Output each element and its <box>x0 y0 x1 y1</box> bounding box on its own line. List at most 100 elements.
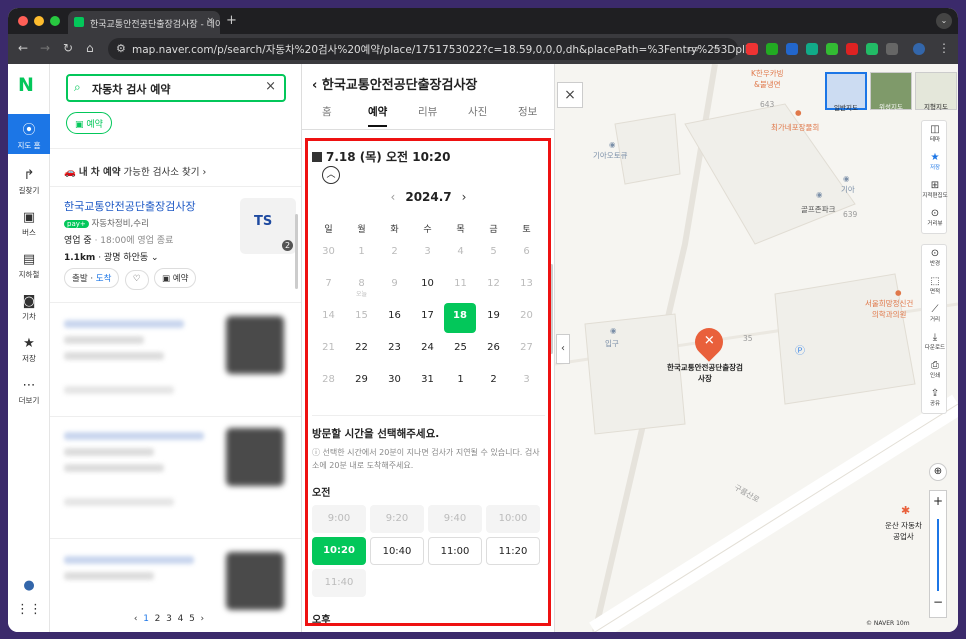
tool-saved[interactable]: ★ 저장 <box>922 149 948 177</box>
map-label[interactable]: 서울희망정신건 의학과의원 <box>865 298 913 320</box>
tab-photo[interactable]: 사진 <box>468 104 487 119</box>
extension-icon[interactable] <box>826 43 838 55</box>
map-canvas[interactable]: K한우카빙 &불냉면 643 ● 최가네포장물회 ◉ 기아오토큐 ◉ 기아 ◉ … <box>555 64 958 632</box>
zoom-out-button[interactable]: − <box>930 595 946 609</box>
maximize-window-button[interactable] <box>50 16 60 26</box>
zoom-slider[interactable] <box>937 519 939 591</box>
search-results-panel: ⌕ 자동차 검사 예약 × ▣ 예약 🚗 내 차 예약 가능한 검사소 찾기 ›… <box>50 64 302 632</box>
tool-download[interactable]: ⤓ 다운로드 <box>922 329 948 357</box>
grid-icon: ⊞ <box>930 180 940 191</box>
extension-icon[interactable] <box>846 43 858 55</box>
tab-list-icon[interactable]: ⌄ <box>936 13 952 29</box>
rail-item-bus[interactable]: ▣ 버스 <box>8 210 50 238</box>
reload-icon[interactable]: ↻ <box>63 41 73 55</box>
list-scrollbar[interactable] <box>295 214 298 289</box>
tool-share[interactable]: ⇪ 공유 <box>922 385 948 413</box>
ts-logo: TS <box>254 214 273 229</box>
profile-avatar[interactable] <box>913 43 925 55</box>
address-bar[interactable]: ⚙ map.naver.com/p/search/자동차%20검사%20예약/p… <box>108 38 748 60</box>
rail-item-more[interactable]: ⋯ 더보기 <box>8 378 50 406</box>
user-avatar[interactable]: ● <box>8 578 50 595</box>
repair-shop-pin-icon[interactable]: ✱ <box>901 504 910 517</box>
map-marker-icon[interactable]: ◉ <box>609 140 616 149</box>
map-label[interactable]: 골프존파크 <box>801 204 836 215</box>
extension-icon[interactable] <box>866 43 878 55</box>
zoom-in-button[interactable]: + <box>930 494 946 508</box>
map-marker-icon[interactable]: ● <box>895 288 902 297</box>
page-link[interactable]: 1 <box>143 614 149 624</box>
home-icon[interactable]: ⌂ <box>86 41 94 55</box>
close-window-button[interactable] <box>18 16 28 26</box>
rail-item-directions[interactable]: ↱ 길찾기 <box>8 168 50 196</box>
back-arrow-icon[interactable]: ‹ <box>312 78 322 93</box>
page-link[interactable]: 5 <box>189 614 195 624</box>
page-link[interactable]: 4 <box>178 614 184 624</box>
extension-icon[interactable] <box>786 43 798 55</box>
tool-theme[interactable]: ◫ 테마 <box>922 121 948 149</box>
parking-icon[interactable]: Ⓟ <box>795 342 805 357</box>
close-tab-icon[interactable]: × <box>206 16 214 26</box>
menu-kebab-icon[interactable]: ⋮ <box>938 41 950 55</box>
tab-reserve[interactable]: 예약 <box>368 104 388 127</box>
rail-item-subway[interactable]: ▤ 지하철 <box>8 252 50 280</box>
depart-arrive-button[interactable]: 출발 · 도착 <box>64 268 120 288</box>
extensions-puzzle-icon[interactable] <box>886 43 898 55</box>
browser-tab[interactable]: 한국교통안전공단출장검사장 - 네이 × <box>68 11 220 34</box>
extension-icon[interactable] <box>766 43 778 55</box>
clear-search-icon[interactable]: × <box>265 79 276 94</box>
mycar-reserve-link[interactable]: 🚗 내 차 예약 가능한 검사소 찾기 › <box>64 164 206 178</box>
search-input[interactable]: ⌕ 자동차 검사 예약 × <box>66 74 286 102</box>
map-marker-icon[interactable]: ● <box>795 108 802 117</box>
tab-review[interactable]: 리뷰 <box>418 104 437 119</box>
selected-place-label[interactable]: 한국교통안전공단출장검 사장 <box>667 362 743 384</box>
filter-chip-reserve[interactable]: ▣ 예약 <box>66 112 112 134</box>
tool-print[interactable]: ⎙ 인쇄 <box>922 357 948 385</box>
map-label[interactable]: 최가네포장물회 <box>771 122 819 133</box>
tool-cadastral[interactable]: ⊞ 지적편집도 <box>922 177 948 205</box>
map-label[interactable]: 입구 <box>605 338 619 349</box>
page-link[interactable]: 2 <box>155 614 161 624</box>
tab-home[interactable]: 홈 <box>322 104 332 119</box>
map-label[interactable]: K한우카빙 &불냉면 <box>751 68 784 90</box>
save-place-button[interactable]: ♡ <box>124 270 149 290</box>
page-link[interactable]: 3 <box>166 614 172 624</box>
rail-item-map-home[interactable]: ⦿ 지도 홈 <box>8 114 50 154</box>
naver-logo[interactable]: N <box>18 74 34 96</box>
next-page-icon[interactable]: › <box>201 614 205 624</box>
minimize-window-button[interactable] <box>34 16 44 26</box>
apps-grid-icon[interactable]: ⋮⋮ <box>8 602 50 619</box>
forward-icon[interactable]: → <box>40 41 50 55</box>
new-tab-icon[interactable]: + <box>226 13 237 28</box>
extension-icon[interactable] <box>746 43 758 55</box>
prev-page-icon[interactable]: ‹ <box>134 614 138 624</box>
tool-area[interactable]: ⬚ 면적 <box>922 273 948 301</box>
tool-distance[interactable]: ⟋ 거리 <box>922 301 948 329</box>
collapse-panel-button[interactable]: ‹ <box>556 334 570 364</box>
tab-info[interactable]: 정보 <box>518 104 537 119</box>
map-type-normal[interactable]: 일반지도 <box>825 72 867 112</box>
rail-item-saved[interactable]: ★ 저장 <box>8 336 50 364</box>
search-icon: ⌕ <box>74 80 81 94</box>
map-type-satellite[interactable]: 위성지도 <box>870 72 912 111</box>
map-type-terrain[interactable]: 지형지도 <box>915 72 957 111</box>
site-info-icon[interactable]: ⚙ <box>116 42 126 55</box>
extension-icon[interactable] <box>806 43 818 55</box>
map-label: 35 <box>743 334 753 343</box>
result-item[interactable]: 한국교통안전공단출장검사장 pay+ 자동차정비,수리 영업 중 · 18:00… <box>64 198 296 263</box>
tool-radius[interactable]: ⊙ 반경 <box>922 245 948 273</box>
map-label[interactable]: 기아오토큐 <box>593 150 628 161</box>
map-label[interactable]: 운산 자동차 공업사 <box>885 520 922 542</box>
back-icon[interactable]: ← <box>18 41 28 55</box>
map-label[interactable]: 기아 <box>841 184 855 195</box>
map-marker-icon[interactable]: ◉ <box>843 174 850 183</box>
map-marker-icon[interactable]: ◉ <box>816 190 823 199</box>
bookmark-star-icon[interactable]: ☆ <box>712 42 722 55</box>
reserve-button[interactable]: ▣ 예약 <box>154 268 197 288</box>
close-detail-button[interactable]: × <box>557 82 583 108</box>
result-thumbnail[interactable]: TS 2 <box>240 198 296 254</box>
cast-icon[interactable]: ▭ <box>688 42 698 55</box>
tool-streetview[interactable]: ⊙ 거리뷰 <box>922 205 948 233</box>
map-marker-icon[interactable]: ◉ <box>610 326 617 335</box>
rail-item-train[interactable]: ◙ 기차 <box>8 294 50 322</box>
my-location-button[interactable]: ⊕ <box>929 463 947 481</box>
